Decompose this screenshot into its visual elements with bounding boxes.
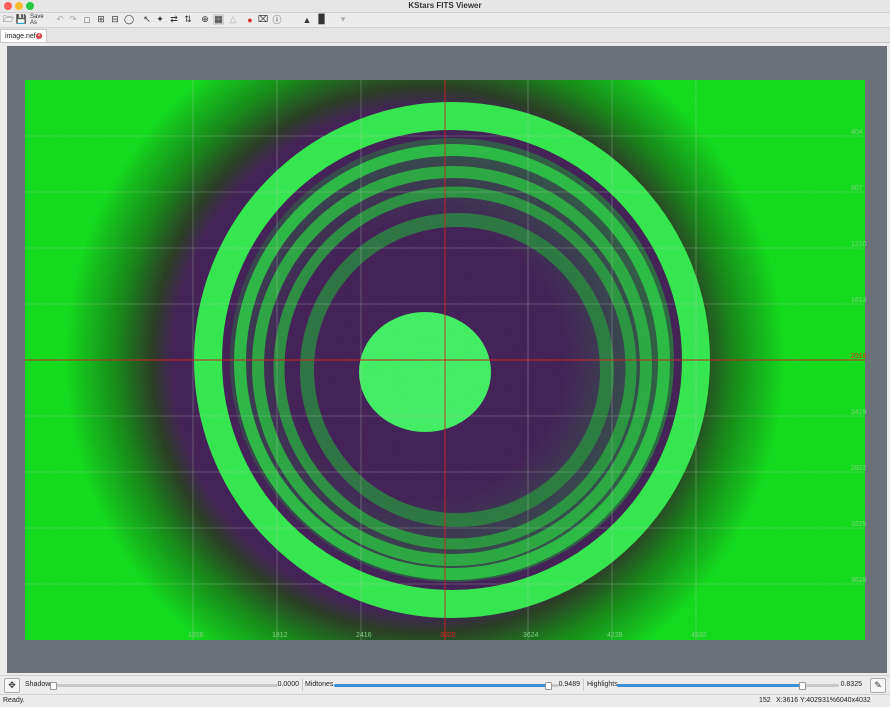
- highlights-label: Highlights: [587, 681, 618, 688]
- highlights-slider-handle[interactable]: [798, 682, 806, 690]
- flip-vertical-icon[interactable]: ⇅: [183, 14, 193, 25]
- midtones-value: 0.9489: [558, 681, 580, 688]
- zoom-default-icon[interactable]: ◯: [124, 14, 134, 25]
- divider: [302, 679, 303, 691]
- x-axis-label: 2416: [356, 632, 372, 639]
- fits-image[interactable]: [25, 80, 865, 640]
- edit-icon[interactable]: ✎: [870, 678, 886, 693]
- grid-icon[interactable]: ▦: [213, 14, 224, 25]
- move-icon[interactable]: ✥: [4, 678, 20, 693]
- y-axis-label: 1210: [851, 241, 867, 248]
- stretch-slider-bar: ✥ Shadows 0.0000 Midtones 0.9489 Highlig…: [0, 675, 890, 694]
- mark-star-icon[interactable]: ✦: [155, 14, 165, 25]
- title-bar: KStars FITS Viewer: [0, 0, 890, 13]
- info-icon[interactable]: ⓘ: [272, 14, 282, 25]
- pick-star-icon[interactable]: ↖: [142, 14, 152, 25]
- midtones-slider-fill: [334, 684, 548, 687]
- tab-label: image.nef: [5, 33, 36, 40]
- x-axis-label: 4832: [691, 632, 707, 639]
- x-axis-label: 4228: [607, 632, 623, 639]
- chevron-down-icon[interactable]: ▾: [336, 14, 350, 25]
- pixel-value: 152: [759, 697, 771, 704]
- zoom-fit-icon[interactable]: □: [82, 14, 92, 25]
- midtones-slider[interactable]: [334, 682, 559, 690]
- crosshair-icon[interactable]: ⊕: [200, 14, 210, 25]
- save-icon[interactable]: 💾: [16, 14, 27, 25]
- tab-bar: image.nef ×: [0, 28, 890, 43]
- shadows-slider-handle[interactable]: [50, 682, 57, 690]
- zoom-level: 31%: [822, 697, 837, 704]
- midtones-label: Midtones: [305, 681, 334, 688]
- y-axis-label: 3225: [851, 521, 867, 528]
- undo-icon[interactable]: ↶: [55, 14, 65, 25]
- y-axis-label-crosshair: 2016: [851, 353, 867, 360]
- window-title: KStars FITS Viewer: [408, 1, 482, 10]
- x-axis-label: 1812: [272, 632, 288, 639]
- divider: [583, 679, 584, 691]
- y-axis-label: 404: [851, 129, 863, 136]
- histogram-icon[interactable]: ▲: [302, 14, 312, 25]
- status-bar: Ready. 152 X:3616 Y:4029 31% 6040x4032: [0, 694, 890, 707]
- x-axis-label-crosshair: 3020: [440, 632, 456, 639]
- shadows-value: 0.0000: [277, 681, 299, 688]
- image-dimensions: 6040x4032: [836, 697, 871, 704]
- stats-icon[interactable]: ▉: [317, 14, 327, 25]
- y-axis-label: 3628: [851, 577, 867, 584]
- flip-horizontal-icon[interactable]: ⇄: [169, 14, 179, 25]
- highlights-slider[interactable]: [617, 682, 839, 690]
- folder-open-icon[interactable]: 🗁: [3, 14, 14, 25]
- redo-icon[interactable]: ↷: [68, 14, 78, 25]
- cursor-coordinates: X:3616 Y:4029: [776, 697, 822, 704]
- toolbar: 🗁 💾 Save As ↶ ↷ □ ⊞ ⊟ ◯ ↖ ✦ ⇄ ⇅ ⊕ ▦ △ ● …: [0, 13, 890, 28]
- highlights-value: 0.8325: [840, 681, 862, 688]
- zoom-out-icon[interactable]: ⊟: [110, 14, 120, 25]
- save-as-button[interactable]: Save As: [30, 14, 50, 26]
- y-axis-label: 2822: [851, 465, 867, 472]
- x-axis-label: 3624: [523, 632, 539, 639]
- y-axis-label: 807: [851, 185, 863, 192]
- status-message: Ready.: [3, 697, 25, 704]
- y-axis-label: 1613: [851, 297, 867, 304]
- profile-icon[interactable]: △: [228, 14, 238, 25]
- bahtinov-icon[interactable]: ⌧: [258, 14, 268, 25]
- fits-image-canvas: [25, 80, 865, 640]
- record-icon[interactable]: ●: [245, 14, 255, 25]
- x-axis-label: 1208: [188, 632, 204, 639]
- y-axis-label: 2419: [851, 409, 867, 416]
- shadows-slider[interactable]: [50, 682, 278, 690]
- zoom-in-icon[interactable]: ⊞: [96, 14, 106, 25]
- tab-image-nef[interactable]: image.nef ×: [0, 29, 47, 42]
- close-icon[interactable]: ×: [36, 33, 42, 39]
- highlights-slider-fill: [617, 684, 802, 687]
